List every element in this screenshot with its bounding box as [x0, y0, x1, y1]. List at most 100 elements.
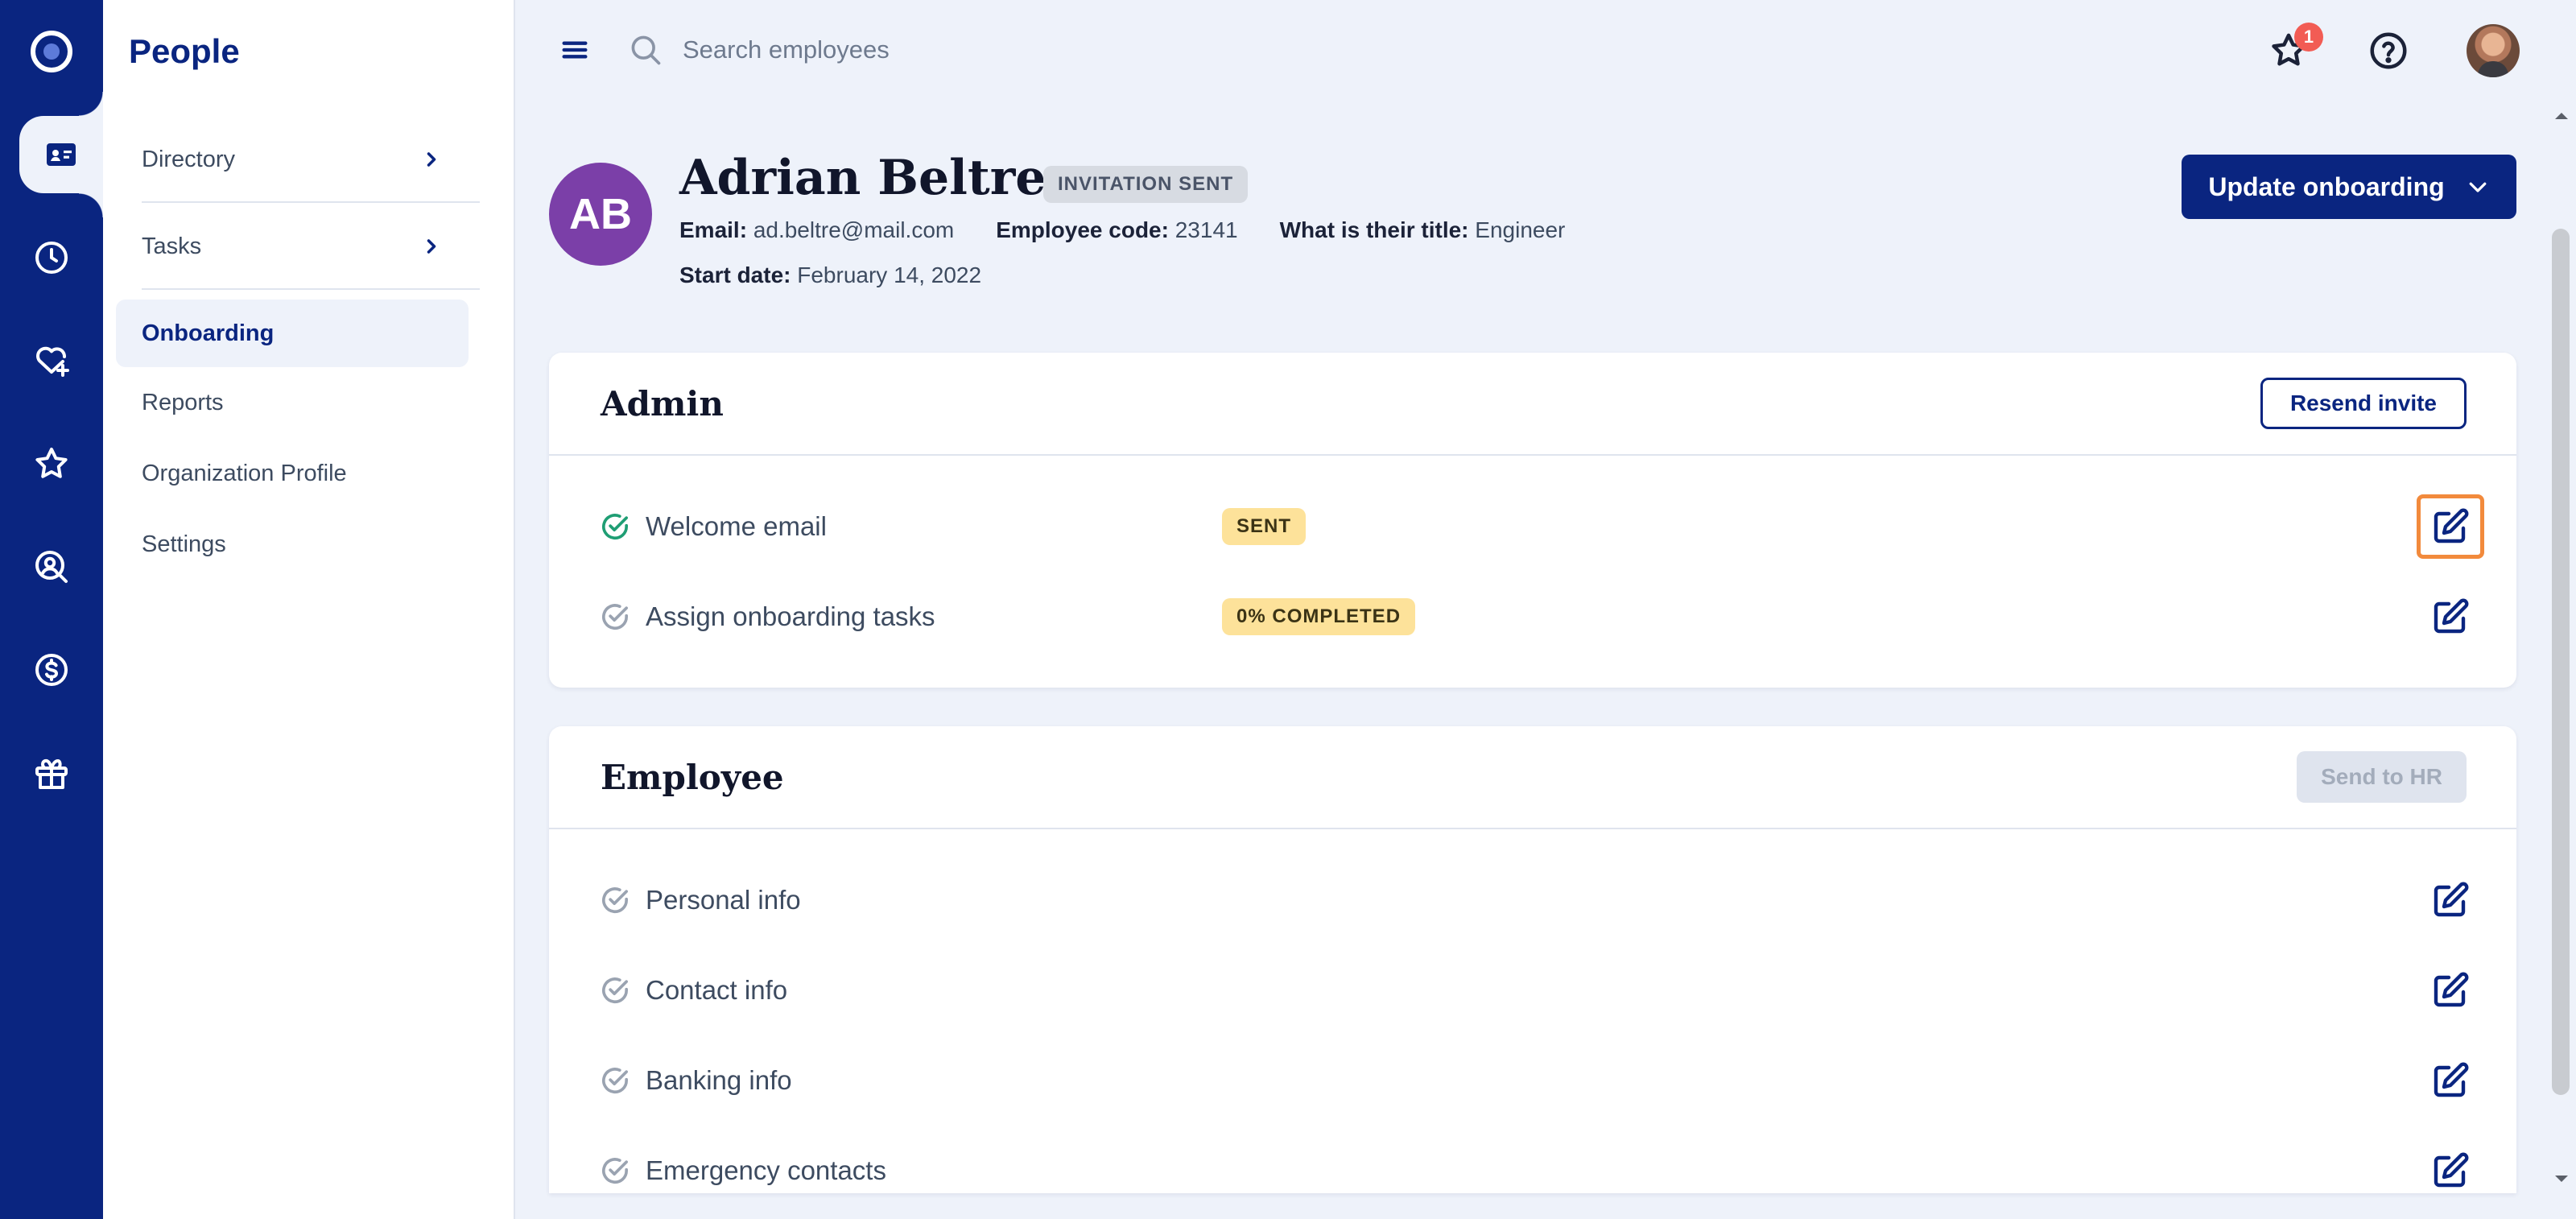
rail-item-payroll[interactable] — [0, 631, 103, 709]
edit-icon — [2434, 972, 2469, 1007]
star-icon — [35, 448, 68, 478]
sidebar-item-label: Tasks — [142, 233, 202, 259]
update-onboarding-label: Update onboarding — [2208, 171, 2445, 201]
task-row-personal-info: Personal info — [549, 868, 2516, 932]
logo-icon — [31, 31, 72, 72]
task-label: Banking info — [646, 1065, 792, 1095]
task-status-badge: SENT — [1222, 508, 1307, 545]
start-date-field: Start date: February 14, 2022 — [679, 262, 981, 288]
email-field: Email: ad.beltre@mail.com — [679, 217, 954, 243]
employee-card-header: Employee Send to HR — [549, 726, 2516, 829]
task-row-emergency-contacts: Emergency contacts — [549, 1138, 2516, 1203]
employee-code-field: Employee code: 23141 — [996, 217, 1237, 243]
start-date-label: Start date: — [679, 262, 791, 287]
sidebar: People Directory Tasks Onboarding Report… — [103, 0, 515, 1219]
check-circle-icon — [602, 887, 629, 914]
employee-avatar: AB — [549, 163, 652, 266]
sidebar-item-onboarding[interactable]: Onboarding — [116, 300, 469, 367]
email-value: ad.beltre@mail.com — [753, 217, 955, 242]
notification-badge: 1 — [2294, 23, 2323, 52]
edit-welcome-email-button[interactable] — [2417, 494, 2484, 559]
hamburger-menu-icon[interactable] — [559, 34, 591, 66]
sidebar-item-label: Onboarding — [142, 320, 275, 346]
search-input[interactable] — [683, 27, 1407, 72]
sidebar-item-reports[interactable]: Reports — [116, 369, 469, 436]
task-label: Assign onboarding tasks — [646, 601, 935, 631]
email-label: Email: — [679, 217, 748, 242]
update-onboarding-button[interactable]: Update onboarding — [2182, 155, 2516, 219]
task-status-badge: 0% COMPLETED — [1222, 598, 1416, 635]
sidebar-item-label: Reports — [142, 389, 224, 415]
scroll-down-arrow-icon[interactable] — [2553, 1171, 2570, 1187]
dollar-circle-icon — [35, 654, 68, 686]
check-circle-icon — [602, 604, 629, 630]
job-title-field: What is their title: Engineer — [1280, 217, 1566, 243]
help-icon[interactable] — [2367, 29, 2410, 72]
task-row-welcome-email: Welcome email SENT — [549, 494, 2516, 559]
employee-card-title: Employee — [601, 757, 784, 797]
sidebar-item-label: Directory — [142, 146, 236, 172]
employee-card: Employee Send to HR Personal info Contac… — [549, 726, 2516, 1193]
employee-code-value: 23141 — [1174, 217, 1238, 242]
topbar: 1 — [515, 0, 2576, 103]
edit-icon — [2434, 882, 2469, 917]
task-label: Welcome email — [646, 511, 827, 541]
employee-meta-row: Email: ad.beltre@mail.com Employee code:… — [679, 217, 1565, 243]
heart-plus-icon — [36, 346, 69, 377]
rail-item-benefits[interactable] — [0, 322, 103, 399]
scroll-up-arrow-icon[interactable] — [2553, 108, 2570, 124]
check-circle-icon — [602, 977, 629, 1004]
task-label: Personal info — [646, 885, 801, 915]
resend-invite-button[interactable]: Resend invite — [2260, 378, 2467, 429]
search-icon — [631, 35, 661, 65]
sidebar-item-label: Settings — [142, 531, 226, 557]
check-circle-icon — [602, 514, 629, 540]
employee-name: Adrian Beltre — [679, 150, 1046, 206]
admin-card-title: Admin — [601, 383, 724, 424]
status-badge: INVITATION SENT — [1043, 166, 1249, 203]
rail-item-perks[interactable] — [0, 734, 103, 812]
rail-item-people[interactable] — [19, 92, 103, 217]
job-title-label: What is their title: — [1279, 217, 1469, 242]
id-card-icon — [47, 143, 76, 166]
rail-item-time[interactable] — [0, 219, 103, 296]
sidebar-item-directory[interactable]: Directory — [116, 126, 469, 193]
sidebar-item-settings[interactable]: Settings — [116, 510, 469, 578]
sidebar-item-tasks[interactable]: Tasks — [116, 213, 469, 280]
icon-rail — [0, 0, 103, 1219]
employee-code-label: Employee code: — [996, 217, 1169, 242]
edit-assign-tasks-button[interactable] — [2417, 585, 2484, 649]
edit-emergency-contacts-button[interactable] — [2417, 1138, 2484, 1203]
sidebar-item-organization-profile[interactable]: Organization Profile — [116, 440, 469, 507]
clock-icon — [35, 242, 68, 274]
app-logo[interactable] — [0, 26, 103, 77]
admin-card-header: Admin Resend invite — [549, 353, 2516, 456]
rail-item-performance[interactable] — [0, 425, 103, 502]
user-avatar[interactable] — [2467, 24, 2520, 77]
edit-personal-info-button[interactable] — [2417, 868, 2484, 932]
check-circle-icon — [602, 1068, 629, 1094]
edit-contact-info-button[interactable] — [2417, 958, 2484, 1023]
edit-icon — [2434, 598, 2469, 634]
task-row-assign-onboarding-tasks: Assign onboarding tasks 0% COMPLETED — [549, 585, 2516, 649]
chevron-right-icon — [427, 239, 436, 254]
chevron-right-icon — [427, 152, 436, 167]
send-to-hr-button[interactable]: Send to HR — [2297, 751, 2467, 803]
sidebar-title: People — [129, 32, 240, 70]
job-title-value: Engineer — [1475, 217, 1566, 242]
sidebar-divider — [142, 201, 480, 203]
admin-card: Admin Resend invite Welcome email SENT A… — [549, 353, 2516, 688]
edit-icon — [2434, 1152, 2469, 1188]
user-search-icon — [35, 551, 68, 583]
task-row-banking-info: Banking info — [549, 1048, 2516, 1113]
sidebar-item-label: Organization Profile — [142, 460, 347, 486]
edit-banking-info-button[interactable] — [2417, 1048, 2484, 1113]
sidebar-divider — [142, 288, 480, 290]
scrollbar-thumb[interactable] — [2552, 229, 2570, 1095]
check-circle-icon — [602, 1158, 629, 1184]
task-label: Emergency contacts — [646, 1155, 886, 1185]
rail-item-recruiting[interactable] — [0, 528, 103, 605]
start-date-value: February 14, 2022 — [797, 262, 982, 287]
task-row-contact-info: Contact info — [549, 958, 2516, 1023]
edit-icon — [2434, 508, 2469, 543]
